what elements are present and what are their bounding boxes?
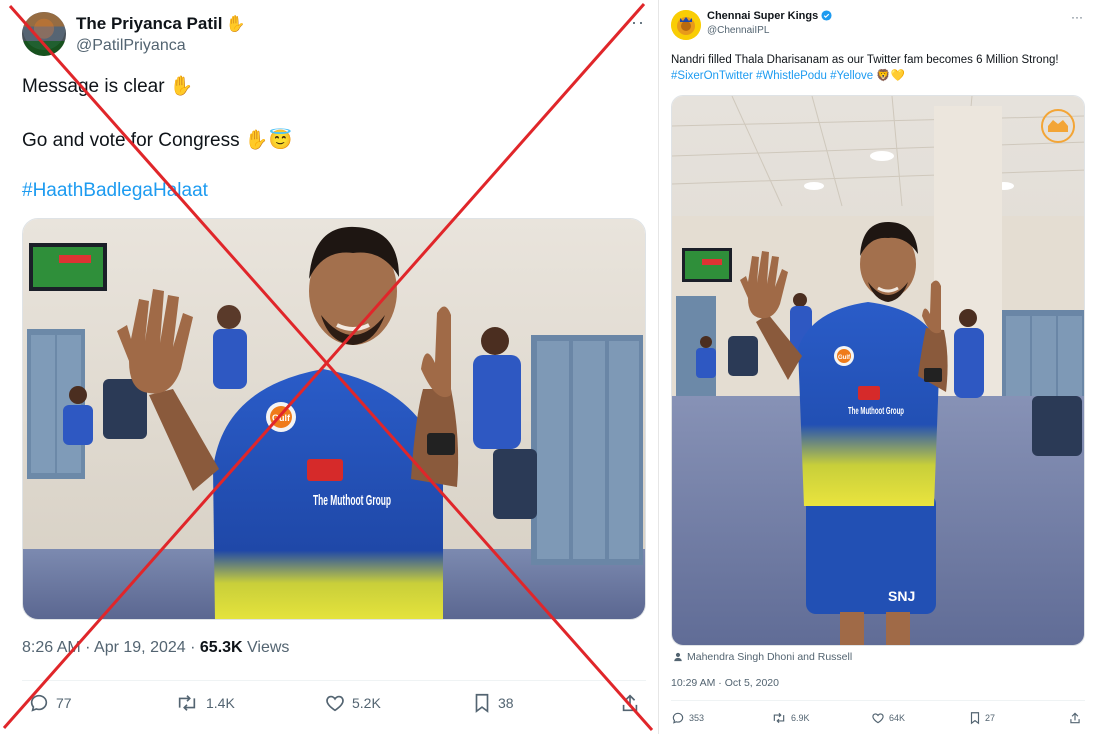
more-options-icon[interactable]: ··· — [624, 12, 645, 33]
share-button[interactable] — [1069, 711, 1085, 725]
jersey-badge-text: Gulf — [272, 413, 291, 423]
divider — [671, 700, 1085, 701]
like-button[interactable]: 5.2K — [324, 692, 381, 714]
share-icon — [1070, 712, 1080, 724]
share-button[interactable] — [620, 692, 646, 714]
repost-count: 6.9K — [791, 713, 810, 723]
hashtag-links[interactable]: #SixerOnTwitter #WhistlePodu #Yellove — [671, 70, 873, 82]
reply-icon — [672, 712, 684, 724]
jersey-sponsor-text: The Muthoot Group — [313, 492, 391, 509]
display-name-text: The Priyanca Patil — [76, 14, 223, 33]
tagged-people-text: Mahendra Singh Dhoni and Russell — [687, 651, 853, 663]
reply-count: 353 — [689, 713, 705, 723]
repost-button[interactable]: 1.4K — [174, 692, 235, 714]
user-handle[interactable]: @PatilPriyanca — [76, 37, 186, 55]
tweet-timestamp[interactable]: 10:29 AM · Oct 5, 2020 — [671, 677, 779, 689]
user-handle[interactable]: @ChennaiIPL — [707, 25, 769, 36]
tweet-photo[interactable]: Gulf The Muthoot Group — [22, 218, 646, 620]
team-avatar[interactable] — [671, 10, 701, 40]
person-icon — [674, 652, 682, 662]
tweet-text-line2: Go and vote for Congress ✋😇 — [22, 130, 293, 151]
bookmark-icon — [475, 693, 489, 713]
like-count: 5.2K — [352, 695, 381, 711]
repost-icon — [178, 695, 196, 711]
repost-button[interactable]: 6.9K — [771, 711, 810, 725]
bookmark-button[interactable]: 27 — [969, 711, 995, 725]
share-icon — [622, 694, 638, 712]
tweet-timestamp[interactable]: 8:26 AM · Apr 19, 2024 · — [22, 639, 200, 656]
dressing-room-photo: SNJ Gulf The Muthoot Group — [672, 96, 1084, 645]
action-bar: 353 6.9K 64K 27 — [671, 711, 1085, 729]
bookmark-button[interactable]: 38 — [472, 692, 514, 714]
jersey-badge-text: Gulf — [838, 355, 851, 361]
repost-count: 1.4K — [206, 695, 235, 711]
tweet-metadata: 8:26 AM · Apr 19, 2024 · 65.3K Views — [22, 639, 289, 657]
bookmark-count: 27 — [985, 713, 996, 723]
display-name[interactable]: Chennai Super Kings — [707, 10, 832, 22]
reply-button[interactable]: 353 — [671, 711, 704, 725]
tweet-text: Nandri filled Thala Dharisanam as our Tw… — [671, 52, 1091, 84]
more-options-icon[interactable]: ··· — [1071, 10, 1083, 24]
original-tweet-panel: Chennai Super Kings @ChennaiIPL ··· Nand… — [663, 0, 1098, 734]
fake-tweet-panel: The Priyanca Patil ✋ @PatilPriyanca ··· M… — [0, 0, 658, 734]
dressing-room-photo: Gulf The Muthoot Group — [23, 219, 645, 619]
hashtag-link[interactable]: #HaathBadlegaHalaat — [22, 180, 208, 202]
reply-count: 77 — [56, 695, 72, 711]
heart-icon — [326, 695, 344, 712]
verified-badge-icon — [821, 10, 832, 21]
lion-logo-icon — [671, 10, 701, 40]
views-label: Views — [242, 639, 290, 656]
reply-icon — [30, 694, 48, 712]
display-name[interactable]: The Priyanca Patil ✋ — [76, 14, 245, 34]
bookmark-icon — [970, 712, 980, 725]
reply-button[interactable]: 77 — [28, 692, 72, 714]
display-name-text: Chennai Super Kings — [707, 10, 819, 22]
tweet-emoji: 🦁💛 — [873, 70, 906, 82]
tweet-photo[interactable]: SNJ Gulf The Muthoot Group — [671, 95, 1085, 646]
action-bar: 77 1.4K 5.2K 38 — [22, 692, 646, 720]
heart-icon — [872, 713, 884, 724]
tweet-text-body: Nandri filled Thala Dharisanam as our Tw… — [671, 54, 1059, 66]
divider — [22, 680, 646, 681]
bookmark-count: 38 — [498, 695, 514, 711]
like-button[interactable]: 64K — [871, 711, 905, 725]
repost-icon — [773, 712, 785, 724]
profile-avatar[interactable] — [22, 12, 66, 56]
raised-hand-icon: ✋ — [225, 16, 246, 33]
tweet-text-line1: Message is clear ✋ — [22, 76, 194, 97]
shorts-initials: SNJ — [888, 588, 915, 604]
like-count: 64K — [889, 713, 906, 723]
jersey-sponsor-text: The Muthoot Group — [848, 406, 904, 417]
view-count: 65.3K — [199, 639, 243, 656]
tagged-people[interactable]: Mahendra Singh Dhoni and Russell — [673, 651, 852, 663]
